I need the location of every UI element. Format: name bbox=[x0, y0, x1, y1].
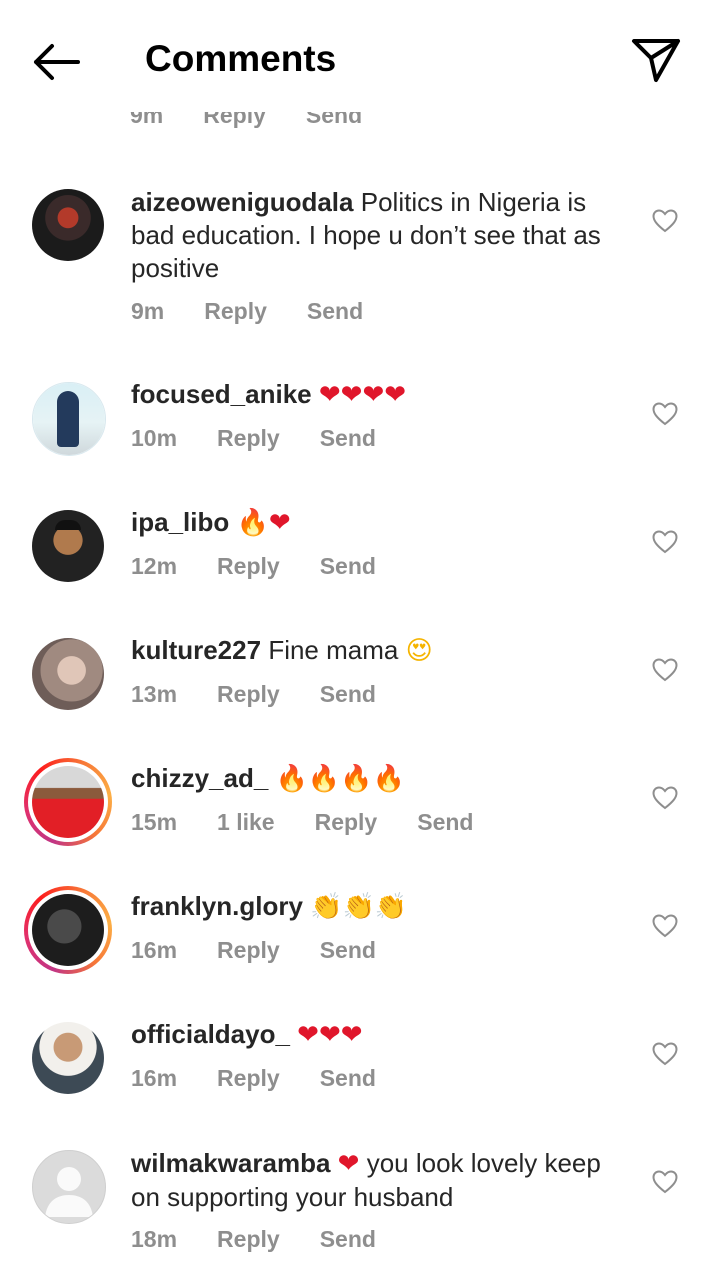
avatar bbox=[32, 766, 104, 838]
comment-text: Fine mama bbox=[268, 635, 399, 665]
like-heart-icon[interactable] bbox=[652, 1170, 678, 1194]
avatar bbox=[32, 894, 104, 966]
like-heart-icon[interactable] bbox=[652, 786, 678, 810]
comment-time: 16m bbox=[131, 937, 178, 963]
comment-time: 15m bbox=[131, 809, 178, 835]
send-button[interactable]: Send bbox=[320, 425, 376, 452]
comment-emoji: 😍 bbox=[405, 636, 433, 666]
direct-send-icon[interactable] bbox=[630, 36, 682, 84]
send-button[interactable]: Send bbox=[320, 1226, 376, 1253]
comment-time: 18m bbox=[131, 1226, 178, 1252]
comment-username[interactable]: focused_anike bbox=[131, 379, 312, 409]
reply-button[interactable]: Reply bbox=[217, 1065, 280, 1092]
reply-button[interactable]: Reply bbox=[217, 553, 280, 580]
comment-emoji: 👏👏👏 bbox=[310, 892, 408, 922]
comment-emoji: ❤❤❤ bbox=[297, 1020, 363, 1050]
reply-button[interactable]: Reply bbox=[217, 681, 280, 708]
comment-time: 10m bbox=[131, 425, 178, 451]
send-button[interactable]: Send bbox=[320, 553, 376, 580]
reply-button[interactable]: Reply bbox=[204, 298, 267, 325]
default-user-icon bbox=[45, 1167, 93, 1217]
comment-emoji: ❤❤❤❤ bbox=[318, 380, 407, 410]
comment-username[interactable]: kulture227 bbox=[131, 635, 261, 665]
like-count[interactable]: 1 like bbox=[217, 809, 275, 836]
comment-time: 12m bbox=[131, 553, 178, 579]
reply-button[interactable]: Reply bbox=[217, 1226, 280, 1253]
comment-time: 9m bbox=[131, 298, 165, 324]
comment-username[interactable]: aizeoweniguodala bbox=[131, 187, 354, 217]
avatar[interactable] bbox=[32, 382, 106, 456]
header-bar: Comments bbox=[0, 0, 720, 112]
comment-username[interactable]: ipa_libo bbox=[131, 507, 229, 537]
avatar-story-ring[interactable] bbox=[24, 886, 112, 974]
comment-emoji: 🔥🔥🔥🔥 bbox=[275, 764, 406, 794]
like-heart-icon[interactable] bbox=[652, 1042, 678, 1066]
comment-emoji: ❤ bbox=[268, 508, 291, 538]
send-button[interactable]: Send bbox=[320, 937, 376, 964]
avatar[interactable] bbox=[32, 1022, 104, 1094]
reply-button[interactable]: Reply bbox=[315, 809, 378, 836]
send-button[interactable]: Send bbox=[417, 809, 473, 836]
like-heart-icon[interactable] bbox=[652, 914, 678, 938]
avatar-story-ring[interactable] bbox=[24, 758, 112, 846]
comment-username[interactable]: wilmakwaramba bbox=[131, 1148, 330, 1178]
avatar[interactable] bbox=[32, 638, 104, 710]
reply-button[interactable]: Reply bbox=[217, 937, 280, 964]
comment-time: 13m bbox=[131, 681, 178, 707]
comment-emoji: ❤ bbox=[337, 1149, 360, 1179]
like-heart-icon[interactable] bbox=[652, 530, 678, 554]
reply-button[interactable]: Reply bbox=[217, 425, 280, 452]
avatar[interactable] bbox=[32, 1150, 106, 1224]
comment-username[interactable]: officialdayo_ bbox=[131, 1019, 290, 1049]
back-arrow-icon[interactable] bbox=[30, 40, 82, 84]
like-heart-icon[interactable] bbox=[652, 658, 678, 682]
send-button[interactable]: Send bbox=[307, 298, 363, 325]
comment-username[interactable]: franklyn.glory bbox=[131, 891, 303, 921]
page-title: Comments bbox=[145, 38, 337, 79]
send-button[interactable]: Send bbox=[320, 681, 376, 708]
send-button[interactable]: Send bbox=[320, 1065, 376, 1092]
avatar[interactable] bbox=[32, 189, 104, 261]
comment-username[interactable]: chizzy_ad_ bbox=[131, 763, 268, 793]
comment-emoji: 🔥 bbox=[236, 508, 269, 538]
like-heart-icon[interactable] bbox=[652, 209, 678, 233]
like-heart-icon[interactable] bbox=[652, 402, 678, 426]
avatar[interactable] bbox=[32, 510, 104, 582]
comment-time: 16m bbox=[131, 1065, 178, 1091]
